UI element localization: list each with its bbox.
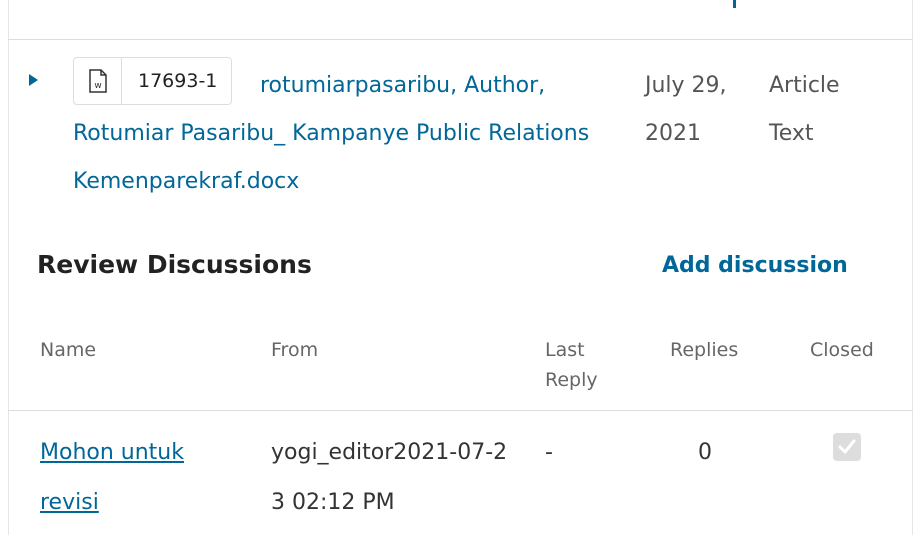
column-header-from: From bbox=[271, 339, 319, 361]
column-header-name: Name bbox=[40, 339, 97, 361]
discussion-last-reply: - bbox=[545, 440, 553, 465]
file-type: Article Text bbox=[769, 73, 840, 146]
discussion-replies: 0 bbox=[698, 440, 712, 465]
page: w 17693-1 rotumiarpasaribu, Author, Rotu… bbox=[0, 0, 915, 535]
column-header-closed: Closed bbox=[810, 339, 874, 361]
table-header-divider bbox=[8, 410, 913, 411]
discussion-name-link[interactable]: Mohon untuk revisi bbox=[40, 428, 200, 528]
closed-checkbox bbox=[833, 433, 861, 461]
add-discussion-link[interactable]: Add discussion bbox=[662, 253, 848, 278]
expand-row-triangle-icon[interactable] bbox=[29, 74, 38, 86]
panel-divider bbox=[8, 39, 913, 40]
partial-link-mark bbox=[733, 0, 736, 8]
checkmark-icon bbox=[838, 439, 856, 454]
column-header-last-reply: Last Reply bbox=[545, 339, 598, 391]
file-date: July 29, 2021 bbox=[645, 73, 727, 146]
discussion-from: yogi_editor2021-07-23 02:12 PM bbox=[271, 440, 508, 515]
column-header-replies: Replies bbox=[670, 339, 739, 361]
file-name-link[interactable]: rotumiarpasaribu, Author, Rotumiar Pasar… bbox=[73, 62, 613, 206]
section-title: Review Discussions bbox=[37, 250, 312, 279]
